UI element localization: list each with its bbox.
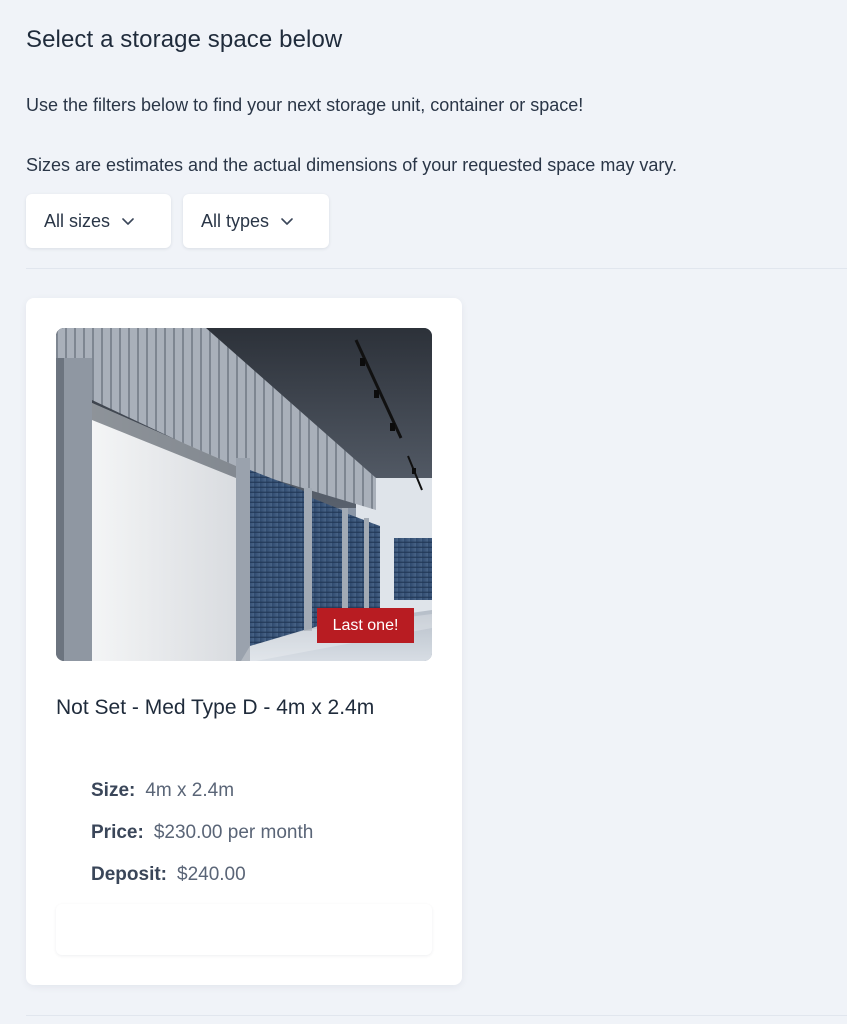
disclaimer-text: Sizes are estimates and the actual dimen… <box>26 155 677 175</box>
type-filter-dropdown[interactable]: All types <box>183 194 329 248</box>
deposit-value: $240.00 <box>177 864 246 885</box>
size-filter-dropdown[interactable]: All sizes <box>26 194 171 248</box>
type-filter-label: All types <box>201 210 270 231</box>
size-row: Size: 4m x 2.4m <box>91 770 313 812</box>
deposit-label: Deposit: <box>91 864 167 885</box>
size-label: Size: <box>91 780 136 801</box>
section-divider <box>26 268 847 269</box>
deposit-row: Deposit: $240.00 <box>91 854 313 896</box>
unit-details: Size: 4m x 2.4m Price: $230.00 per month… <box>91 770 313 896</box>
intro-text: Use the filters below to find your next … <box>26 95 584 115</box>
chevron-down-icon <box>281 218 293 225</box>
filter-bar: All sizes All types <box>26 194 329 248</box>
page-title: Select a storage space below <box>26 26 343 53</box>
storage-unit-card[interactable]: Last one! Not Set - Med Type D - 4m x 2.… <box>26 298 462 985</box>
size-value: 4m x 2.4m <box>145 780 235 801</box>
availability-badge: Last one! <box>317 608 414 643</box>
price-label: Price: <box>91 822 144 843</box>
chevron-down-icon <box>122 218 134 225</box>
unit-title: Not Set - Med Type D - 4m x 2.4m <box>56 696 375 719</box>
section-divider <box>26 1015 847 1016</box>
price-row: Price: $230.00 per month <box>91 812 313 854</box>
size-filter-label: All sizes <box>44 210 111 231</box>
card-action-area[interactable] <box>56 904 432 955</box>
price-value: $230.00 per month <box>153 822 314 843</box>
